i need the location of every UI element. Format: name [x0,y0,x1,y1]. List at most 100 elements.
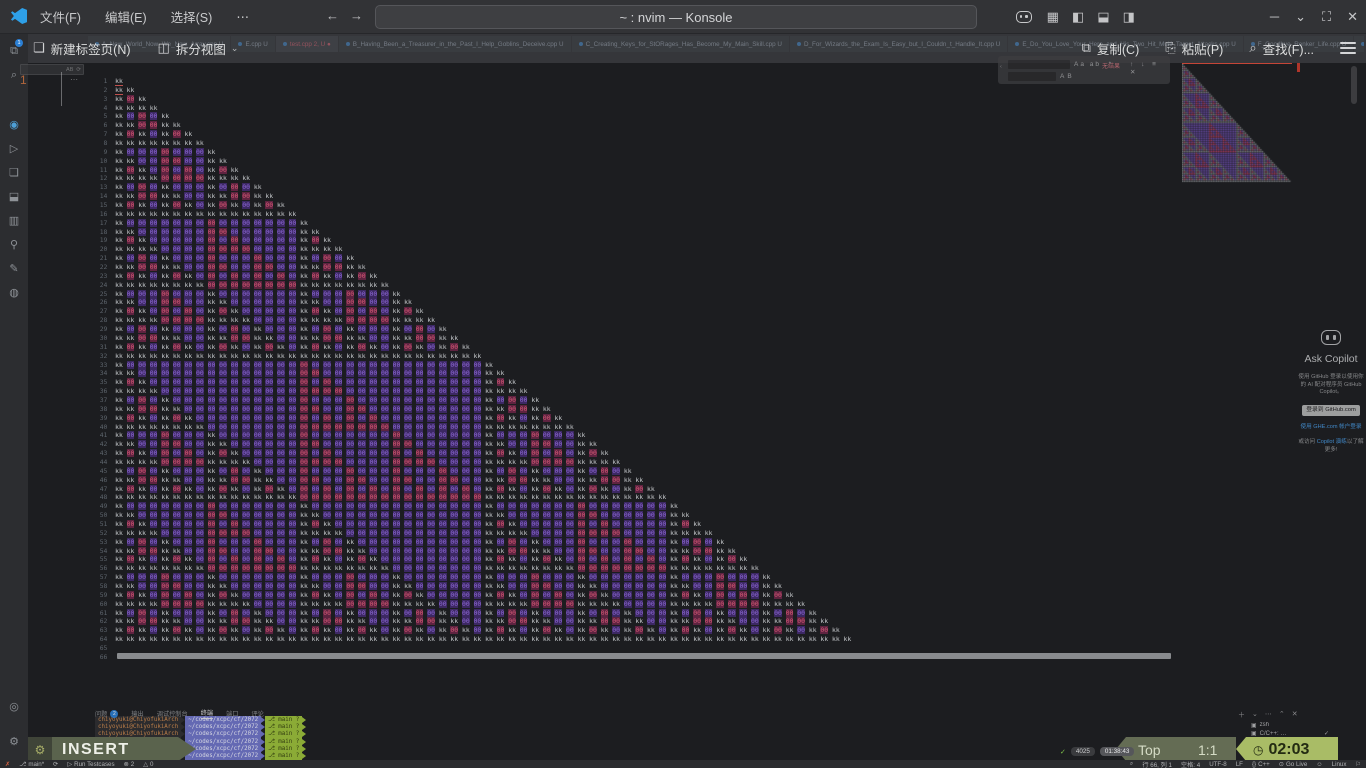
close-icon[interactable]: ✕ [1347,9,1358,25]
more-actions-icon[interactable]: ⋯ [70,75,78,84]
account-icon[interactable]: ◎ [0,700,28,713]
panel-tab-端口[interactable]: 端口 [226,709,238,718]
panel-tab-输出[interactable]: 输出 [131,709,143,718]
panel-tab-终端[interactable]: 终端 [201,708,213,719]
ghe-signin-link[interactable]: 使用 GHE.com 帐户登录 [1298,424,1364,432]
remote-explorer-icon[interactable]: ⬓ [0,190,28,203]
title-bar: 文件(F)编辑(E)选择(S)⋯ ← → ⌕ 2072 ~ : nvim — K… [0,0,1366,34]
editor-tab[interactable]: B_Having_Been_a_Treasurer_in_the_Past_I_… [339,36,571,52]
terminal-dropdown-icon[interactable]: ⌄ [1252,710,1258,720]
zoom-indicator[interactable]: ⌕ [1130,760,1133,768]
split-view-button[interactable]: ◫ 拆分视图 ⌄ [158,39,239,58]
notifications-bell[interactable]: ⚐ [1355,761,1361,768]
prompt-git-branch: ⎇ main ? [265,731,302,738]
panel-tab-问题[interactable]: 问题2 [95,709,118,718]
scrollbar-thumb[interactable] [1351,66,1357,104]
encoding[interactable]: UTF-8 [1209,761,1227,768]
copilot-status-glyph: ☺ [1316,761,1322,768]
settings-gear-icon[interactable]: ⚙ [0,735,28,748]
chevron-down-icon: ⌄ [231,43,239,54]
panel-tab-评论[interactable]: 评论 [251,709,263,718]
chart-icon[interactable]: ▥ [0,214,28,227]
terminal-label: C/C++: … [1260,731,1287,737]
files-icon[interactable]: ⧉ [0,45,28,58]
nav-forward-icon[interactable]: → [350,8,363,23]
copilot-icon[interactable] [1016,11,1032,23]
find-input[interactable] [1008,60,1070,69]
walkthrough-link[interactable]: Copilot 演练 [1317,439,1347,445]
konsole-window-title[interactable]: ~ : nvim — Konsole [375,5,977,29]
problems-errors[interactable]: ⊗2 [124,761,135,768]
signin-github-button[interactable]: 登录到 GitHub.com [1302,405,1360,416]
panel-header-actions: ＋ ⌄ ⋯ ⌃ ✕ [1238,710,1298,720]
file-icon [346,42,350,46]
prompt-git-branch: ⎇ main ? [265,738,302,745]
git-branch[interactable]: ⎇main* [19,761,44,768]
find-widget-grip-icon[interactable]: ‹ [1000,64,1002,70]
menu-item[interactable]: 文件(F) [40,7,81,26]
replace-icons[interactable]: AB [1060,73,1075,80]
menu-item[interactable]: ⋯ [236,9,249,24]
sync-icon-glyph: ⟳ [53,761,58,768]
konsole-toolbar-left: ❏ 新建标签页(N) ◫ 拆分视图 ⌄ [33,33,238,63]
menu-item[interactable]: 编辑(E) [105,7,147,26]
toggle-sidebar-icon[interactable]: ◧ [1072,9,1084,25]
minimap[interactable] [1182,64,1292,186]
menu-bar: 文件(F) 编辑(E) 选择(S) ⋯ [40,0,249,33]
nvim-buffer[interactable]: 1 kk 2 kk kk 3 kk 00 kk 4 kk kk kk kk 5 … [92,77,851,662]
indentation[interactable]: 空格: 4 [1181,760,1200,768]
copy-button[interactable]: ⧉ 复制(C) [1082,39,1140,58]
theme-icon[interactable]: ✎ [0,262,28,275]
restore-down-icon[interactable]: ⌄ [1295,9,1306,25]
ghost-search-input[interactable]: AB ⟳ [20,64,84,75]
extensions-icon[interactable]: ❏ [0,166,28,179]
find-button[interactable]: ⌕ 查找(F)... [1249,39,1314,58]
new-terminal-icon[interactable]: ＋ [1238,710,1245,720]
status-bar: ✗ ⎇main* ⟳ ▷Run Testcases ⊗2 △0 ⌕ 行 66, 列 1 空格:… [0,760,1366,768]
statusline-pills: ✓ 4025 01:38:43 [1060,747,1134,756]
close-panel-icon[interactable]: ✕ [1292,710,1298,720]
editor-tab[interactable]: test.cpp 2, U ● [276,36,338,52]
close-icon[interactable]: ✕ [1130,69,1138,76]
toggle-panel-icon[interactable]: ⬓ [1097,9,1109,25]
remote-indicator[interactable]: ✗ [5,761,10,768]
replace-input[interactable] [1008,72,1056,81]
editor-tab[interactable]: C_Creating_Keys_for_StORages_Has_Become_… [572,36,789,52]
tab-label: C_Creating_Keys_for_StORages_Has_Become_… [586,41,782,48]
new-tab-button[interactable]: ❏ 新建标签页(N) [33,39,131,58]
tab-label: D_For_Wizards_the_Exam_Is_Easy_but_I_Cou… [804,41,1000,48]
problems-warnings[interactable]: △0 [143,761,153,768]
terminal-list-item[interactable]: ▣zsh [1248,721,1332,730]
file-icon [1015,42,1019,46]
toggle-secondary-sidebar-icon[interactable]: ◨ [1123,9,1135,25]
cursor-position[interactable]: 行 66, 列 1 [1142,760,1172,768]
eol[interactable]: LF [1236,761,1243,768]
hamburger-menu-icon[interactable] [1340,42,1356,54]
timer-pill: 01:38:43 [1100,747,1135,756]
paste-button[interactable]: ⎘ 粘贴(P) [1165,39,1223,58]
copilot-status[interactable]: ☺ [1316,761,1322,768]
file-icon [579,42,583,46]
run-testcases-button[interactable]: ▷Run Testcases [67,761,114,768]
customize-layout-icon[interactable]: ▦ [1047,9,1059,25]
minimize-icon[interactable]: ─ [1270,9,1279,25]
new-tab-icon: ❏ [33,40,45,56]
run-debug-icon[interactable]: ▷ [0,142,28,155]
web-icon[interactable]: ◍ [0,286,28,299]
connections-icon[interactable]: ⚲ [0,238,28,251]
more-actions-icon[interactable]: ⋯ [1265,710,1272,720]
panel-tab-调试控制台[interactable]: 调试控制台 [157,709,188,718]
go-live[interactable]: ⊙Go Live [1279,761,1308,768]
menu-item[interactable]: 选择(S) [171,7,213,26]
editor-tab[interactable]: D_For_Wizards_the_Exam_Is_Easy_but_I_Cou… [790,36,1007,52]
clock-time: 02:03 [1268,741,1309,759]
os-indicator[interactable]: Linux [1332,761,1347,768]
sync-icon[interactable]: ⟳ [53,761,58,768]
maximize-panel-icon[interactable]: ⌃ [1279,710,1285,720]
remote-robot-icon[interactable]: ◉ [0,118,28,131]
nav-back-icon[interactable]: ← [326,8,339,23]
language-mode[interactable]: {}C++ [1252,761,1270,768]
file-icon [1361,42,1364,46]
go-live-glyph: ⊙ [1279,761,1284,768]
maximize-icon[interactable]: ⛶ [1322,9,1331,25]
